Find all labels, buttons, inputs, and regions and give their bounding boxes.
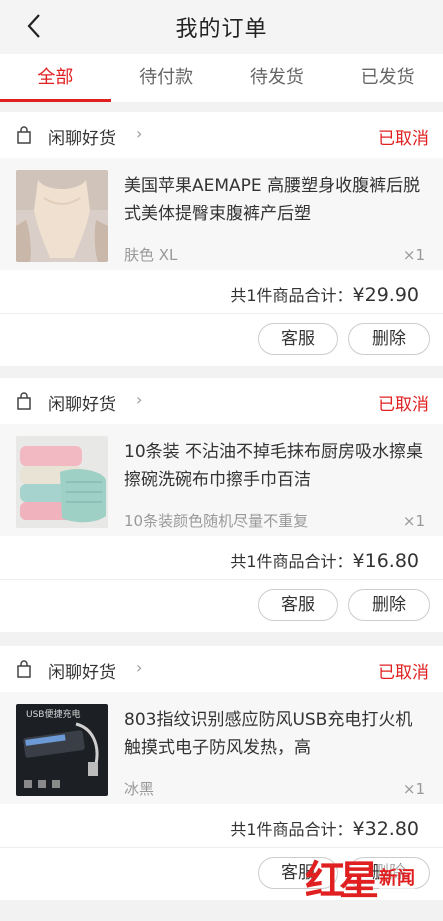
product-quantity: ×1 bbox=[402, 512, 425, 530]
shop-name: 闲聊好货 bbox=[48, 395, 116, 415]
chevron-right-icon: › bbox=[136, 390, 143, 409]
shopping-bag-icon bbox=[17, 392, 31, 410]
tab-pending-shipment[interactable]: 待发货 bbox=[222, 54, 333, 102]
shop-row[interactable]: 闲聊好货 › 已取消 bbox=[0, 646, 443, 692]
delete-order-button[interactable]: 删除 bbox=[348, 323, 430, 355]
product-name: 美国苹果AEMAPE 高腰塑身收腹裤后脱式美体提臀束腹裤产后塑 bbox=[124, 176, 421, 224]
watermark-text: 新闻 bbox=[379, 864, 415, 890]
order-total: 共1件商品合计：¥32.80 bbox=[230, 816, 419, 840]
product-spec: 冰黑 bbox=[124, 780, 155, 798]
shop-name: 闲聊好货 bbox=[48, 129, 116, 149]
chevron-left-icon bbox=[27, 14, 40, 38]
product-image-caption: USB便捷充电 bbox=[26, 708, 80, 720]
order-status: 已取消 bbox=[378, 663, 429, 683]
total-label: 共1件商品合计： bbox=[230, 286, 353, 305]
product-name: 803指纹识别感应防风USB充电打火机触摸式电子防风发热，高 bbox=[124, 710, 413, 758]
product-spec: 10条装颜色随机尽量不重复 bbox=[124, 512, 309, 530]
total-price: ¥32.80 bbox=[352, 818, 419, 840]
chevron-right-icon: › bbox=[136, 124, 143, 143]
goods-item[interactable]: 10条装 不沾油不掉毛抹布厨房吸水擦桌擦碗洗碗布巾擦手巾百洁 10条装颜色随机尽… bbox=[0, 424, 443, 536]
product-name: 10条装 不沾油不掉毛抹布厨房吸水擦桌擦碗洗碗布巾擦手巾百洁 bbox=[124, 442, 424, 490]
news-watermark: 红星 新闻 bbox=[305, 852, 441, 904]
product-quantity: ×1 bbox=[402, 246, 425, 264]
shop-row[interactable]: 闲聊好货 › 已取消 bbox=[0, 378, 443, 424]
product-spec: 肤色 XL bbox=[124, 246, 178, 264]
goods-item[interactable]: USB便捷充电 803指纹识别感应防风USB充电打火机触摸式电子防风发热，高 冰… bbox=[0, 692, 443, 804]
product-image: USB便捷充电 bbox=[16, 704, 108, 796]
total-label: 共1件商品合计： bbox=[230, 820, 353, 839]
tab-shipped[interactable]: 已发货 bbox=[332, 54, 443, 102]
tab-pending-payment[interactable]: 待付款 bbox=[111, 54, 222, 102]
back-button[interactable] bbox=[18, 10, 50, 42]
delete-order-button[interactable]: 删除 bbox=[348, 589, 430, 621]
order-total: 共1件商品合计：¥16.80 bbox=[230, 548, 419, 572]
product-quantity: ×1 bbox=[402, 780, 425, 798]
customer-service-button[interactable]: 客服 bbox=[258, 323, 338, 355]
total-label: 共1件商品合计： bbox=[230, 552, 353, 571]
shop-name: 闲聊好货 bbox=[48, 663, 116, 683]
order-total: 共1件商品合计：¥29.90 bbox=[230, 282, 419, 306]
order-card: 闲聊好货 › 已取消 10条装 不沾油不掉毛抹布厨房吸水擦桌擦碗洗碗布巾擦手巾百… bbox=[0, 378, 443, 632]
shopping-bag-icon bbox=[17, 126, 31, 144]
order-status: 已取消 bbox=[378, 129, 429, 149]
order-status: 已取消 bbox=[378, 395, 429, 415]
total-price: ¥16.80 bbox=[352, 550, 419, 572]
chevron-right-icon: › bbox=[136, 658, 143, 677]
order-total-row: 共1件商品合计：¥29.90 bbox=[0, 270, 443, 314]
product-image bbox=[16, 436, 108, 528]
product-image bbox=[16, 170, 108, 262]
order-total-row: 共1件商品合计：¥16.80 bbox=[0, 536, 443, 580]
shop-row[interactable]: 闲聊好货 › 已取消 bbox=[0, 112, 443, 158]
order-tabs: 全部 待付款 待发货 已发货 bbox=[0, 54, 443, 102]
goods-item[interactable]: 美国苹果AEMAPE 高腰塑身收腹裤后脱式美体提臀束腹裤产后塑 肤色 XL ×1 bbox=[0, 158, 443, 270]
tab-all[interactable]: 全部 bbox=[0, 54, 111, 102]
watermark-logo: 红星 bbox=[305, 857, 379, 904]
page-title: 我的订单 bbox=[175, 17, 268, 42]
total-price: ¥29.90 bbox=[352, 284, 419, 306]
order-total-row: 共1件商品合计：¥32.80 bbox=[0, 804, 443, 848]
top-bar: 我的订单 bbox=[0, 0, 443, 54]
order-card: 闲聊好货 › 已取消 美国苹果AEMAPE 高腰塑身收腹裤后脱式美体提臀束腹裤产… bbox=[0, 112, 443, 366]
customer-service-button[interactable]: 客服 bbox=[258, 589, 338, 621]
shopping-bag-icon bbox=[17, 660, 31, 678]
